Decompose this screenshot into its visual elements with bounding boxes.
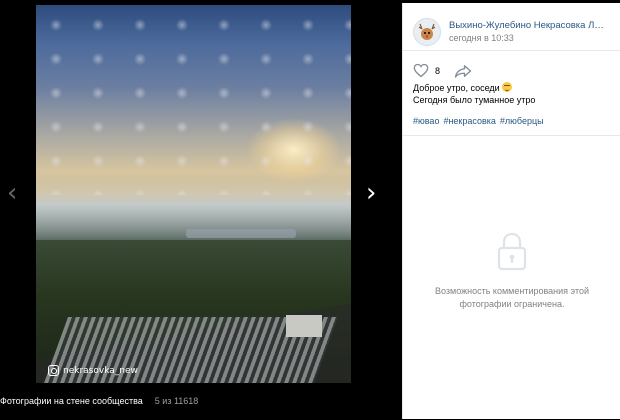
post-text-line2: Сегодня было туманное утро bbox=[413, 95, 536, 105]
post-text-line1: Доброе утро, соседи bbox=[413, 83, 500, 93]
photo-building bbox=[286, 315, 322, 337]
comments-closed-notice: Возможность комментирования этой фотогра… bbox=[403, 231, 620, 311]
deer-logo-icon bbox=[418, 23, 436, 40]
post-hashtags: #ювао #некрасовка #люберцы bbox=[403, 106, 620, 136]
post-actions: 8 bbox=[403, 51, 620, 82]
group-name-link[interactable]: Выхино-Жулебино Некрасовка Лю... bbox=[449, 20, 609, 31]
album-label[interactable]: Фотографии на стене сообщества bbox=[0, 396, 143, 406]
post-timestamp[interactable]: сегодня в 10:33 bbox=[449, 33, 609, 43]
watermark-text: nekrasovka_new bbox=[63, 365, 138, 376]
group-avatar[interactable] bbox=[413, 17, 441, 46]
share-arrow-icon bbox=[454, 64, 472, 78]
post-panel: Выхино-Жулебино Некрасовка Лю... сегодня… bbox=[402, 3, 620, 419]
like-button[interactable] bbox=[413, 63, 429, 78]
hashtag-link[interactable]: #некрасовка bbox=[443, 116, 495, 135]
photo-clouds bbox=[36, 5, 351, 195]
lock-icon bbox=[497, 232, 527, 271]
post-text: Доброе утро, соседи Сегодня было туманно… bbox=[403, 82, 620, 106]
relieved-face-emoji bbox=[501, 82, 512, 92]
photo-viewer: nekrasovka_new ‹ › Фотографии на стене с… bbox=[0, 0, 402, 420]
chevron-left-icon[interactable]: ‹ bbox=[7, 180, 17, 206]
viewer-footer: Фотографии на стене сообщества 5 из 1161… bbox=[0, 396, 198, 406]
share-button[interactable] bbox=[454, 64, 472, 78]
hashtag-link[interactable]: #люберцы bbox=[500, 116, 544, 135]
hashtag-link[interactable]: #ювао bbox=[413, 116, 439, 135]
post-header: Выхино-Жулебино Некрасовка Лю... сегодня… bbox=[403, 3, 620, 51]
photo-lake bbox=[186, 229, 296, 238]
photo-counter: 5 из 11618 bbox=[154, 396, 199, 406]
instagram-icon bbox=[48, 365, 59, 376]
photo-watermark: nekrasovka_new bbox=[48, 365, 138, 376]
like-count: 8 bbox=[435, 65, 441, 76]
comments-closed-text: Возможность комментирования этой фотогра… bbox=[435, 286, 589, 309]
post-photo[interactable]: nekrasovka_new bbox=[36, 5, 351, 383]
chevron-right-icon[interactable]: › bbox=[366, 180, 376, 206]
heart-icon bbox=[413, 63, 429, 78]
